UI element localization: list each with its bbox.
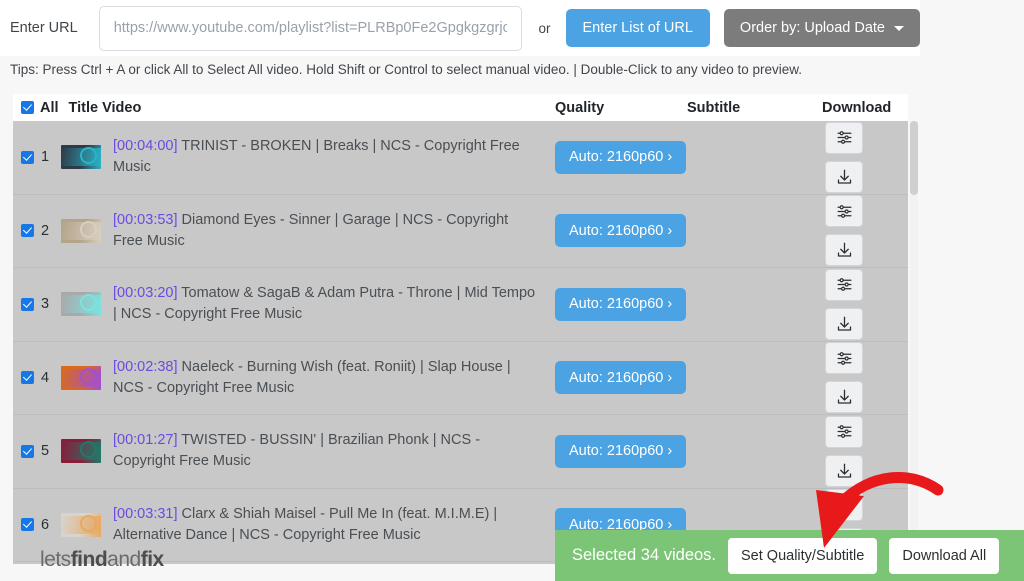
download-icon[interactable] bbox=[825, 307, 863, 340]
quality-select-button[interactable]: Auto: 2160p60 › bbox=[555, 214, 687, 248]
settings-sliders-icon[interactable] bbox=[825, 121, 863, 154]
row-actions bbox=[825, 415, 863, 487]
column-header-quality: Quality bbox=[555, 99, 605, 116]
list-scrollbar-thumb[interactable] bbox=[910, 121, 918, 195]
video-duration: [00:03:20] bbox=[113, 285, 178, 302]
chevron-down-icon bbox=[894, 25, 904, 31]
video-title[interactable]: [00:03:20] Tomatow & SagaB & Adam Putra … bbox=[113, 283, 538, 325]
enter-url-label: Enter URL bbox=[10, 20, 78, 36]
video-duration: [00:03:31] bbox=[113, 505, 178, 522]
list-scrollbar[interactable] bbox=[910, 121, 918, 564]
video-duration: [00:02:38] bbox=[113, 358, 178, 375]
video-thumbnail[interactable] bbox=[61, 218, 101, 243]
video-title[interactable]: [00:04:00] TRINIST - BROKEN | Breaks | N… bbox=[113, 136, 538, 178]
settings-sliders-icon[interactable] bbox=[825, 195, 863, 228]
row-index: 4 bbox=[41, 369, 50, 386]
selected-count-text: Selected 34 videos. bbox=[572, 546, 717, 564]
url-input[interactable] bbox=[98, 5, 523, 51]
select-all-checkbox[interactable] bbox=[21, 101, 34, 114]
app-window: Enter URL or Enter List of URL Order by:… bbox=[0, 0, 1024, 581]
download-icon[interactable] bbox=[825, 160, 863, 193]
row-index: 5 bbox=[41, 443, 50, 460]
table-row[interactable]: 1 [00:04:00] TRINIST - BROKEN | Breaks | … bbox=[13, 121, 908, 195]
row-actions bbox=[825, 195, 863, 267]
column-header-title: Title Video bbox=[68, 99, 142, 116]
or-label: or bbox=[538, 20, 551, 36]
video-title[interactable]: [00:03:31] Clarx & Shiah Maisel - Pull M… bbox=[113, 504, 538, 546]
select-all-label: All bbox=[40, 99, 59, 116]
row-index: 1 bbox=[41, 149, 50, 166]
row-index: 6 bbox=[41, 516, 50, 533]
table-row[interactable]: 5 [00:01:27] TWISTED - BUSSIN' | Brazilia… bbox=[13, 415, 908, 489]
video-list[interactable]: 1 [00:04:00] TRINIST - BROKEN | Breaks | … bbox=[13, 121, 908, 564]
quality-select-button[interactable]: Auto: 2160p60 › bbox=[555, 287, 687, 321]
row-actions bbox=[825, 268, 863, 340]
settings-sliders-icon[interactable] bbox=[825, 415, 863, 448]
quality-cell: Auto: 2160p60 › bbox=[555, 140, 687, 174]
set-quality-subtitle-button[interactable]: Set Quality/Subtitle bbox=[728, 537, 878, 574]
quality-cell: Auto: 2160p60 › bbox=[555, 287, 687, 321]
row-checkbox[interactable] bbox=[21, 297, 34, 311]
order-by-label: Order by: Upload Date bbox=[739, 20, 885, 36]
video-thumbnail[interactable] bbox=[61, 512, 101, 537]
order-by-dropdown[interactable]: Order by: Upload Date bbox=[723, 9, 920, 47]
row-index: 2 bbox=[41, 222, 50, 239]
row-checkbox[interactable] bbox=[21, 518, 34, 532]
video-title[interactable]: [00:02:38] Naeleck - Burning Wish (feat.… bbox=[113, 357, 538, 399]
selection-action-bar: Selected 34 videos. Set Quality/Subtitle… bbox=[555, 530, 1024, 581]
table-row[interactable]: 2 [00:03:53] Diamond Eyes - Sinner | Gara… bbox=[13, 194, 908, 268]
row-actions bbox=[825, 121, 863, 193]
column-header-subtitle: Subtitle bbox=[687, 99, 741, 116]
video-thumbnail[interactable] bbox=[61, 365, 101, 390]
enter-list-of-url-button[interactable]: Enter List of URL bbox=[565, 9, 710, 47]
settings-sliders-icon[interactable] bbox=[825, 489, 863, 522]
download-icon[interactable] bbox=[825, 454, 863, 487]
tips-text: Tips: Press Ctrl + A or click All to Sel… bbox=[10, 62, 802, 77]
download-all-button[interactable]: Download All bbox=[889, 537, 1000, 574]
video-thumbnail[interactable] bbox=[61, 292, 101, 317]
row-actions bbox=[825, 342, 863, 414]
quality-select-button[interactable]: Auto: 2160p60 › bbox=[555, 434, 687, 468]
download-icon[interactable] bbox=[825, 234, 863, 267]
row-checkbox[interactable] bbox=[21, 150, 34, 164]
row-checkbox[interactable] bbox=[21, 371, 34, 385]
row-checkbox[interactable] bbox=[21, 444, 34, 458]
table-row[interactable]: 4 [00:02:38] Naeleck - Burning Wish (feat… bbox=[13, 341, 908, 415]
settings-sliders-icon[interactable] bbox=[825, 268, 863, 301]
quality-cell: Auto: 2160p60 › bbox=[555, 434, 687, 468]
download-icon[interactable] bbox=[825, 381, 863, 414]
settings-sliders-icon[interactable] bbox=[825, 342, 863, 375]
select-all-group[interactable]: All bbox=[21, 100, 59, 116]
row-index: 3 bbox=[41, 296, 50, 313]
video-title[interactable]: [00:01:27] TWISTED - BUSSIN' | Brazilian… bbox=[113, 430, 538, 472]
table-row[interactable]: 3 [00:03:20] Tomatow & SagaB & Adam Putra… bbox=[13, 268, 908, 342]
quality-select-button[interactable]: Auto: 2160p60 › bbox=[555, 140, 687, 174]
url-toolbar: Enter URL or Enter List of URL Order by:… bbox=[0, 0, 920, 56]
quality-cell: Auto: 2160p60 › bbox=[555, 361, 687, 395]
video-duration: [00:04:00] bbox=[113, 138, 178, 155]
row-checkbox[interactable] bbox=[21, 224, 34, 238]
quality-select-button[interactable]: Auto: 2160p60 › bbox=[555, 361, 687, 395]
video-duration: [00:01:27] bbox=[113, 432, 178, 449]
video-thumbnail[interactable] bbox=[61, 439, 101, 464]
video-duration: [00:03:53] bbox=[113, 211, 178, 228]
quality-cell: Auto: 2160p60 › bbox=[555, 214, 687, 248]
table-header: All Title Video Quality Subtitle Downloa… bbox=[13, 94, 908, 121]
column-header-download: Download bbox=[822, 99, 892, 116]
video-title[interactable]: [00:03:53] Diamond Eyes - Sinner | Garag… bbox=[113, 210, 538, 252]
video-thumbnail[interactable] bbox=[61, 145, 101, 170]
